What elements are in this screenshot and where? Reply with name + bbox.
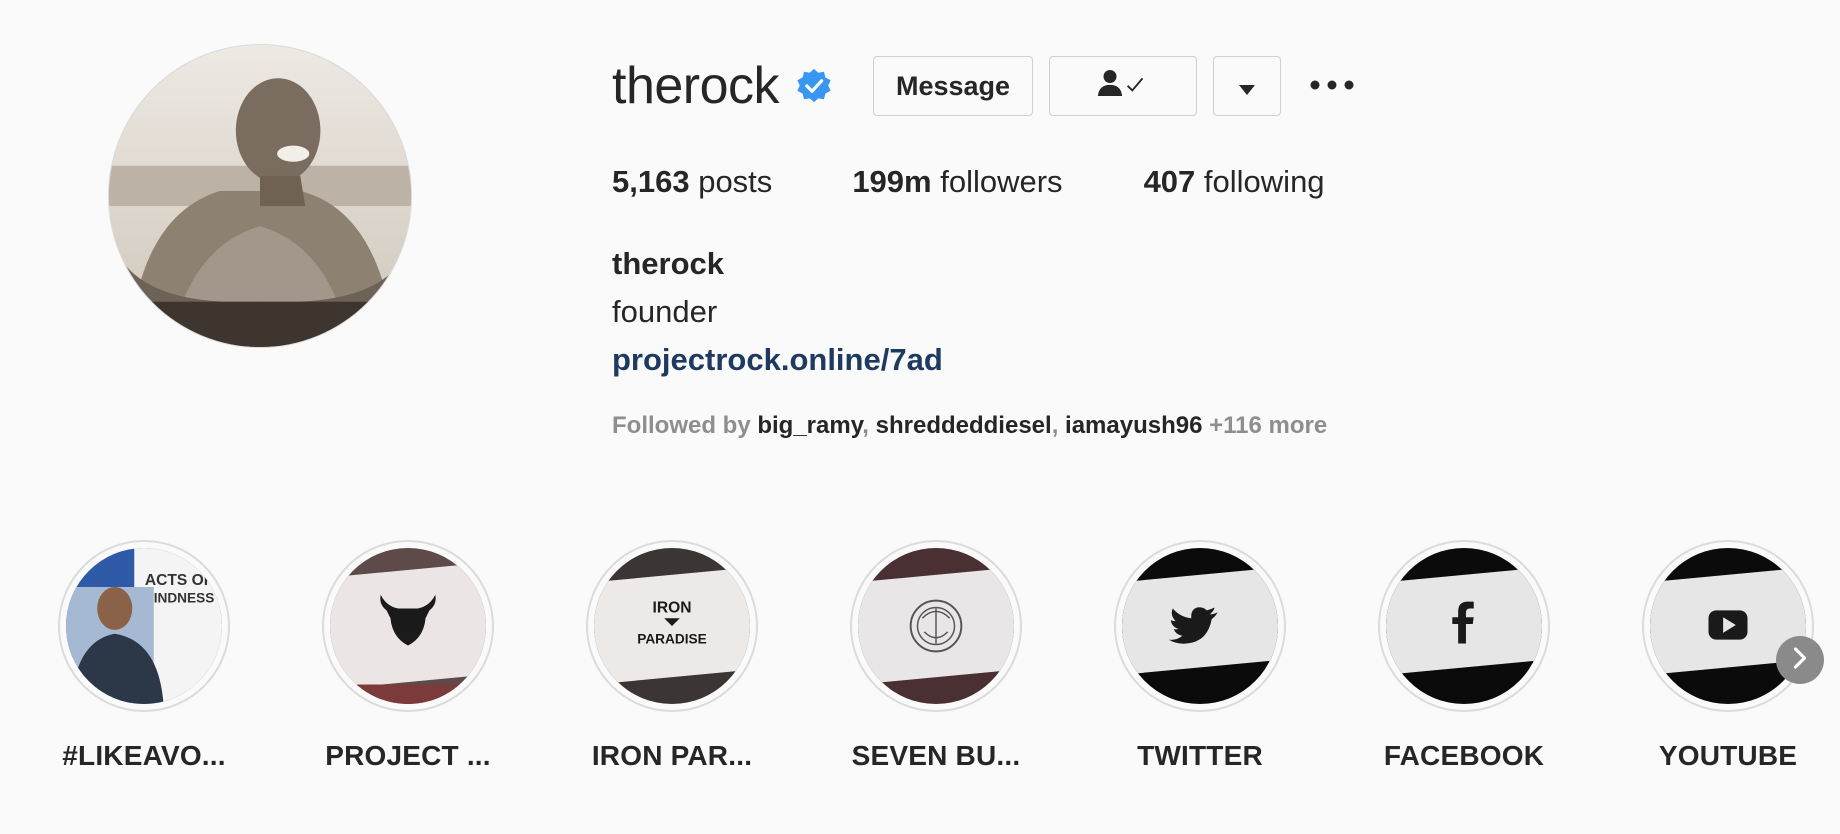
- cover-text: IRON: [653, 599, 692, 616]
- posts-stat: 5,163 posts: [612, 164, 772, 200]
- username: therock: [612, 57, 780, 115]
- suggested-dropdown-button[interactable]: [1213, 56, 1282, 116]
- highlight-cover: [850, 540, 1022, 712]
- highlight-cover: [1378, 540, 1550, 712]
- highlights-next-button[interactable]: [1776, 636, 1824, 684]
- followed-by-user[interactable]: iamayush96: [1065, 412, 1202, 439]
- followers-stat[interactable]: 199m followers: [852, 164, 1062, 200]
- following-stat[interactable]: 407 following: [1144, 164, 1325, 200]
- followed-by-more[interactable]: +116 more: [1209, 412, 1327, 439]
- bio-link[interactable]: projectrock.online/7ad: [612, 342, 943, 378]
- profile-header: therock Message: [612, 54, 1357, 118]
- more-options-button[interactable]: [1307, 56, 1357, 116]
- followed-by[interactable]: Followed by big_ramy, shreddeddiesel, ia…: [612, 412, 1327, 440]
- full-name: therock: [612, 246, 724, 281]
- highlight-item[interactable]: IRON PARADISE IRON PAR...: [586, 540, 758, 772]
- verified-badge-icon: [795, 67, 833, 105]
- highlight-label: YOUTUBE: [1658, 740, 1798, 771]
- youtube-play-icon: [1650, 548, 1806, 704]
- caret-down-icon: [1239, 71, 1256, 102]
- highlight-item[interactable]: PROJECT ...: [322, 540, 494, 772]
- chevron-right-icon: [1791, 646, 1809, 674]
- cover-text: PARADISE: [637, 632, 706, 647]
- facebook-f-icon: [1386, 548, 1542, 704]
- followed-by-user[interactable]: shreddeddiesel: [876, 412, 1052, 439]
- seven-bucks-logo-icon: [858, 548, 1014, 704]
- followers-count: 199m: [852, 164, 932, 199]
- highlight-cover: IRON PARADISE: [586, 540, 758, 712]
- twitter-bird-icon: [1122, 548, 1278, 704]
- highlight-item[interactable]: FACEBOOK: [1378, 540, 1550, 772]
- followers-label: followers: [940, 164, 1063, 199]
- highlight-item[interactable]: TWITTER: [1114, 540, 1286, 772]
- highlight-label: TWITTER: [1137, 740, 1263, 771]
- message-button[interactable]: Message: [873, 56, 1034, 116]
- avatar-photo: [109, 45, 411, 347]
- bull-logo-icon: [330, 548, 486, 704]
- highlight-cover: ACTS OF KINDNESS: [58, 540, 230, 712]
- message-button-label: Message: [895, 70, 1011, 101]
- following-count: 407: [1143, 164, 1196, 199]
- highlight-label: IRON PAR...: [591, 740, 753, 771]
- followed-by-user[interactable]: big_ramy: [757, 412, 862, 439]
- posts-label: posts: [698, 164, 773, 199]
- profile-stats: 5,163 posts 199m followers 407 following: [612, 164, 1405, 200]
- posts-count: 5,163: [612, 164, 690, 199]
- following-label: following: [1203, 164, 1325, 199]
- highlight-label: PROJECT ...: [325, 740, 491, 771]
- highlight-cover: [1114, 540, 1286, 712]
- highlight-label: #LIKEAVO...: [62, 740, 226, 771]
- story-highlights: ACTS OF KINDNESS #LIKEAVO... PROJECT ...: [0, 540, 1840, 780]
- person-check-icon: [1097, 69, 1149, 104]
- highlight-item[interactable]: ACTS OF KINDNESS #LIKEAVO...: [58, 540, 230, 772]
- highlight-cover: [322, 540, 494, 712]
- highlight-label: SEVEN BU...: [851, 740, 1021, 771]
- cover-text: ACTS OF: [145, 572, 213, 589]
- book-cover-icon: ACTS OF KINDNESS: [66, 548, 222, 704]
- highlight-label: FACEBOOK: [1383, 740, 1545, 771]
- highlight-cover: [1642, 540, 1814, 712]
- followed-by-prefix: Followed by: [612, 412, 751, 439]
- highlight-item[interactable]: SEVEN BU...: [850, 540, 1022, 772]
- iron-paradise-logo-icon: IRON PARADISE: [594, 548, 750, 704]
- ellipsis-icon: [1310, 77, 1354, 95]
- cover-text: KINDNESS: [144, 591, 214, 606]
- following-button[interactable]: [1049, 56, 1198, 116]
- profile-avatar[interactable]: [108, 44, 412, 348]
- bio-text: founder: [612, 294, 718, 329]
